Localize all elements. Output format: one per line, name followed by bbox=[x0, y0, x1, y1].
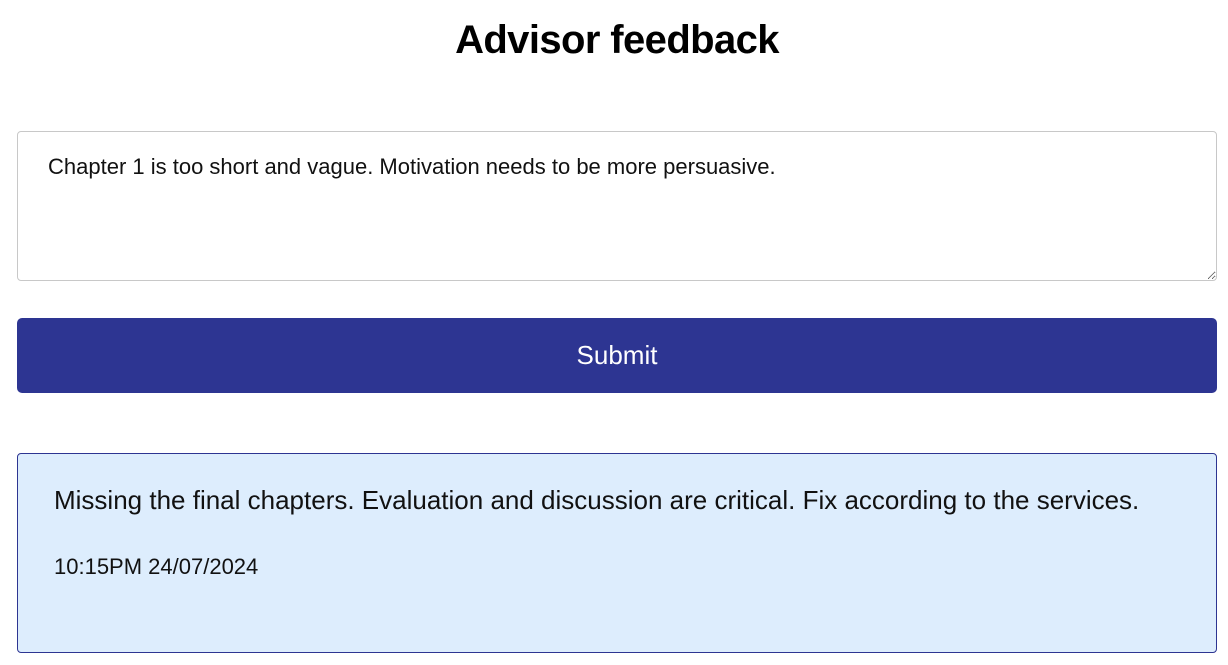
feedback-message: Missing the final chapters. Evaluation a… bbox=[54, 485, 1140, 515]
submit-button[interactable]: Submit bbox=[17, 318, 1217, 393]
feedback-card: Missing the final chapters. Evaluation a… bbox=[17, 453, 1217, 653]
feedback-timestamp: 10:15PM 24/07/2024 bbox=[54, 554, 259, 579]
feedback-input[interactable] bbox=[17, 131, 1217, 281]
page-title: Advisor feedback bbox=[455, 18, 779, 62]
